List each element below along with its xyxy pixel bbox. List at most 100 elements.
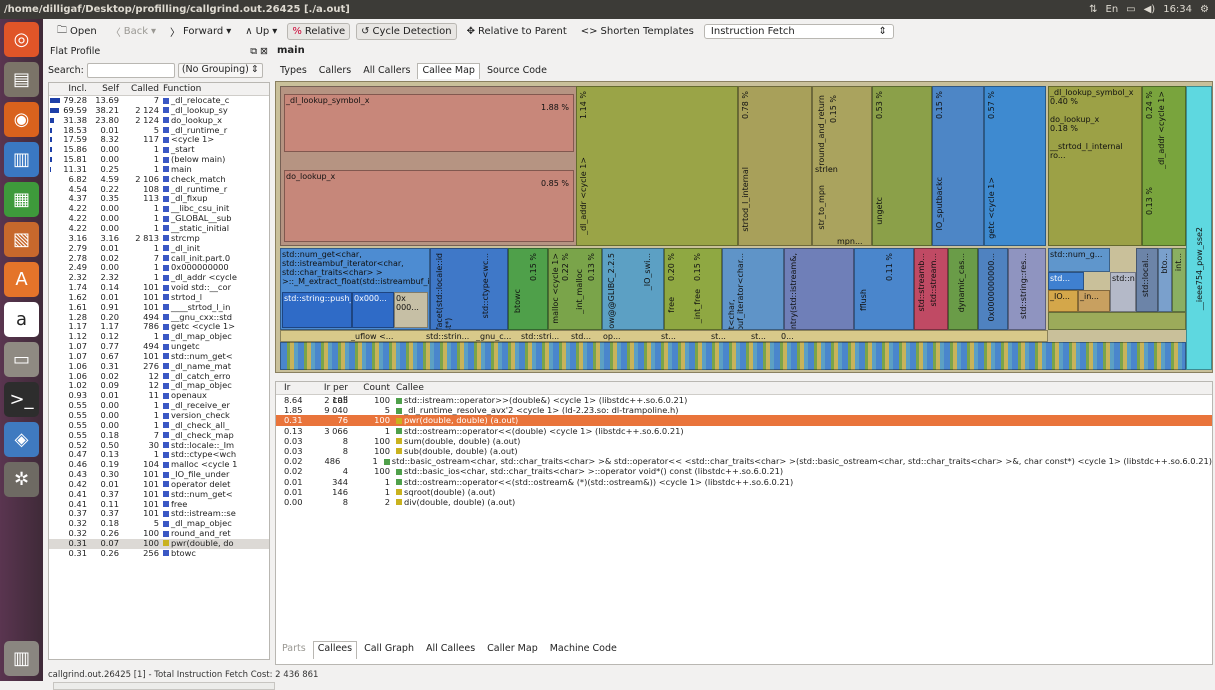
- table-row[interactable]: 1.07 0.77 494 ungetc: [49, 342, 269, 352]
- callee-row[interactable]: 1.85 9 040 5 _dl_runtime_resolve_avx'2 <cyc…: [276, 405, 1212, 415]
- table-row[interactable]: 2.79 0.01 1 _dl_init: [49, 244, 269, 254]
- table-row[interactable]: 0.93 0.01 11 openaux: [49, 391, 269, 401]
- callee-row[interactable]: 8.64 2 105 100 std::istream::operator>>(dou…: [276, 395, 1212, 405]
- table-row[interactable]: 1.74 0.14 101 void std::__cor: [49, 283, 269, 293]
- kcachegrind-icon[interactable]: ◈: [4, 422, 39, 457]
- table-row[interactable]: 4.22 0.00 1 __static_initial: [49, 224, 269, 234]
- map-block-getc[interactable]: 0.57 % getc <cycle 1>: [984, 86, 1046, 246]
- tab-machine-code[interactable]: Machine Code: [545, 641, 622, 659]
- header-incl[interactable]: Incl.: [61, 83, 87, 95]
- map-block-dl-addr-b[interactable]: 0.24 % _dl_addr <cycle 1> 0.13 %: [1142, 86, 1186, 246]
- map-block-num-get-2[interactable]: std::num_get<char, std::istreambuf_itera…: [722, 248, 784, 330]
- table-row[interactable]: 4.22 0.00 1 __libc_csu_init: [49, 204, 269, 214]
- header-count[interactable]: Count: [352, 382, 394, 394]
- table-row[interactable]: 0.37 0.37 101 std::istream::se: [49, 509, 269, 519]
- map-block-std-a[interactable]: std...: [1048, 272, 1084, 290]
- software-center-icon[interactable]: A: [4, 262, 39, 297]
- tab-call-graph[interactable]: Call Graph: [359, 641, 419, 659]
- tab-all-callees[interactable]: All Callees: [421, 641, 480, 659]
- map-block-string-push-back[interactable]: std::string::push_back(char): [282, 292, 352, 328]
- tab-callers[interactable]: Callers: [314, 63, 356, 79]
- event-type-select[interactable]: Instruction Fetch ⇕: [703, 24, 894, 39]
- cycle-detection-toggle[interactable]: ↺ Cycle Detection: [356, 23, 457, 40]
- header-self[interactable]: Self: [87, 83, 121, 95]
- forward-button[interactable]: 〉 Forward ▾: [166, 22, 235, 41]
- table-row[interactable]: 3.16 3.16 2 813 strcmp: [49, 234, 269, 244]
- header-ir[interactable]: Ir: [276, 382, 312, 394]
- table-row[interactable]: 6.82 4.59 2 106 check_match: [49, 175, 269, 185]
- map-block-ieee754-pow[interactable]: __ieee754_pow_sse2: [1186, 86, 1212, 370]
- map-block-int[interactable]: int...: [1172, 248, 1186, 312]
- table-row[interactable]: 2.32 2.32 1 _dl_addr <cycle: [49, 273, 269, 283]
- shorten-templates-toggle[interactable]: <> Shorten Templates: [577, 24, 698, 39]
- table-row[interactable]: 15.86 0.00 1 _start: [49, 145, 269, 155]
- map-block-ungetc[interactable]: 0.53 % ungetc: [872, 86, 932, 246]
- map-block-free[interactable]: 0.20 % free 0.15 % _int_free: [664, 248, 722, 330]
- map-block-0x-a[interactable]: 0x000...: [352, 292, 394, 328]
- horizontal-scrollbar[interactable]: [53, 682, 275, 690]
- map-row-callees[interactable]: _uflow <... std::strin... _gnu_c... std:…: [280, 330, 1048, 342]
- callee-row[interactable]: 0.02 4 100 std::basic_ios<char, std::char_t…: [276, 466, 1212, 476]
- relative-toggle[interactable]: % Relative: [287, 23, 351, 40]
- table-row[interactable]: 0.46 0.19 104 malloc <cycle 1: [49, 460, 269, 470]
- map-block-strtod-l[interactable]: 0.78 % strtod_l_internal: [738, 86, 812, 246]
- callee-row[interactable]: 0.03 8 100 sub(double, double) (a.out): [276, 446, 1212, 456]
- tab-types[interactable]: Types: [275, 63, 312, 79]
- map-block-in[interactable]: _in...: [1078, 290, 1110, 312]
- header-function[interactable]: Function: [161, 83, 269, 95]
- map-block-istream-sentry[interactable]: std::istream::sentry::sentry(std::istrea…: [784, 248, 854, 330]
- table-row[interactable]: 0.41 0.11 101 free: [49, 500, 269, 510]
- tools-icon[interactable]: ✲: [4, 462, 39, 497]
- table-row[interactable]: 1.06 0.02 12 _dl_catch_erro: [49, 372, 269, 382]
- table-row[interactable]: 1.12 0.12 1 _dl_map_objec: [49, 332, 269, 342]
- map-block-btowc[interactable]: 0.15 % btowc: [508, 248, 548, 330]
- map-block-io[interactable]: _IO...: [1048, 290, 1078, 312]
- map-block-streambuf[interactable]: std::streamb... std::stream...: [914, 248, 948, 330]
- tab-parts[interactable]: Parts: [277, 641, 311, 659]
- calc-icon[interactable]: ▦: [4, 182, 39, 217]
- callee-row[interactable]: 0.03 8 100 sum(double, double) (a.out): [276, 436, 1212, 446]
- map-row-tiny-blocks[interactable]: [280, 342, 1186, 370]
- clock[interactable]: 16:34: [1163, 0, 1192, 19]
- keyboard-indicator[interactable]: En: [1106, 0, 1119, 19]
- table-row[interactable]: 0.55 0.00 1 _dl_receive_er: [49, 401, 269, 411]
- map-block-dynamic-cast[interactable]: dynamic_cas...: [948, 248, 978, 330]
- tab-caller-map[interactable]: Caller Map: [482, 641, 543, 659]
- callee-row[interactable]: 0.01 146 1 sqroot(double) (a.out): [276, 487, 1212, 497]
- writer-icon[interactable]: ▥: [4, 142, 39, 177]
- amazon-icon[interactable]: a: [4, 302, 39, 337]
- table-row[interactable]: 15.81 0.00 1 (below main): [49, 155, 269, 165]
- map-block-dl-addr-a[interactable]: 1.14 % _dl_addr <cycle 1>: [576, 86, 738, 246]
- trash-icon[interactable]: ▥: [4, 641, 39, 676]
- tab-callees[interactable]: Callees: [312, 641, 358, 659]
- grouping-select[interactable]: (No Grouping) ⇕: [177, 62, 263, 78]
- table-row[interactable]: 4.54 0.22 108 _dl_runtime_r: [49, 185, 269, 195]
- header-called[interactable]: Called: [121, 83, 161, 95]
- table-row[interactable]: 1.61 0.91 101 ____strtod_l_in: [49, 303, 269, 313]
- map-block-fflush[interactable]: fflush 0.11 %: [854, 248, 914, 330]
- callee-row[interactable]: 0.31 76 100 pwr(double, double) (a.out): [276, 415, 1212, 426]
- table-row[interactable]: 1.17 1.17 786 getc <cycle 1>: [49, 322, 269, 332]
- volume-icon[interactable]: ◀): [1144, 0, 1156, 19]
- battery-icon[interactable]: ▭: [1126, 0, 1135, 19]
- map-block-std-nu[interactable]: std::nu...: [1110, 272, 1136, 312]
- table-row[interactable]: 1.28 0.20 494 __gnu_cxx::std: [49, 313, 269, 323]
- callee-row[interactable]: 0.00 8 2 div(double, double) (a.out): [276, 497, 1212, 507]
- up-button[interactable]: ∧ Up ▾: [241, 24, 281, 39]
- callee-row[interactable]: 0.13 3 066 1 std::ostream::operator<<(doubl…: [276, 426, 1212, 436]
- network-icon[interactable]: ⇅: [1089, 0, 1097, 19]
- table-row[interactable]: 1.07 0.67 101 std::num_get<: [49, 352, 269, 362]
- map-block-do-lookup-x[interactable]: do_lookup_x 0.85 %: [284, 170, 574, 242]
- back-button[interactable]: 〈 Back ▾: [107, 22, 160, 41]
- table-row[interactable]: 69.59 38.21 2 124 _dl_lookup_sy: [49, 106, 269, 116]
- settings-gear-icon[interactable]: ⚙: [1200, 0, 1209, 19]
- table-row[interactable]: 0.31 0.26 256 btowc: [49, 549, 269, 559]
- terminal-icon[interactable]: >_: [4, 382, 39, 417]
- table-row[interactable]: 4.37 0.35 113 _dl_fixup: [49, 194, 269, 204]
- impress-icon[interactable]: ▧: [4, 222, 39, 257]
- map-block-io-file-underflow[interactable]: __IO_file_underflow@@GLIBC_2.2.5 <c..._I…: [602, 248, 664, 330]
- tab-source-code[interactable]: Source Code: [482, 63, 552, 79]
- tab-all-callers[interactable]: All Callers: [358, 63, 415, 79]
- map-block-bto[interactable]: bto...: [1158, 248, 1172, 312]
- map-block-num-g[interactable]: std::num_g...: [1048, 248, 1110, 272]
